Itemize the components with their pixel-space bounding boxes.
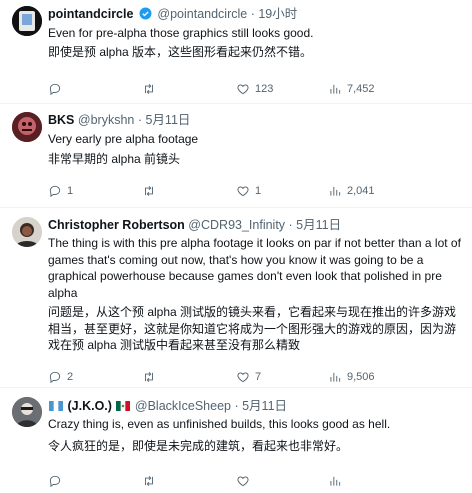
views-count: 9,506	[347, 371, 375, 383]
reply-button[interactable]	[48, 80, 67, 98]
tweet-text-en: Crazy thing is, even as unfinished build…	[48, 417, 391, 431]
like-icon	[237, 84, 249, 95]
tweet-pointandcircle[interactable]: pointandcircle @pointandcircle · 19小时 Ev…	[0, 0, 472, 104]
reply-button[interactable]: 2	[48, 368, 73, 386]
avatar[interactable]	[12, 112, 42, 142]
retweet-icon	[145, 84, 153, 94]
reply-count: 2	[67, 371, 74, 383]
reply-icon	[49, 83, 61, 96]
like-icon	[237, 372, 249, 383]
timestamp[interactable]: · 5月11日	[234, 399, 287, 413]
guatemala-flag-icon	[49, 401, 63, 411]
tweet-text-en: Even for pre-alpha those graphics still …	[48, 26, 314, 40]
views-button[interactable]: 7,452	[328, 80, 375, 98]
retweet-button[interactable]	[142, 182, 161, 200]
like-count: 123	[255, 83, 274, 95]
author-handle[interactable]: @CDR93_Infinity	[188, 218, 285, 232]
reply-button[interactable]: 1	[48, 182, 73, 200]
tweet-text-en: Very early pre alpha footage	[48, 132, 199, 146]
like-count: 7	[255, 371, 262, 383]
avatar[interactable]	[12, 397, 42, 427]
reply-icon	[49, 475, 61, 488]
like-button[interactable]	[236, 472, 255, 490]
author-handle[interactable]: @pointandcircle	[157, 7, 247, 21]
retweet-button[interactable]	[142, 80, 161, 98]
views-icon	[330, 372, 341, 382]
views-count: 2,041	[347, 185, 375, 197]
verified-badge-icon	[139, 7, 152, 20]
like-icon	[237, 476, 249, 487]
tweet-text-en: The thing is with this pre alpha footage…	[48, 236, 461, 300]
timestamp[interactable]: · 5月11日	[138, 113, 191, 127]
reply-icon	[49, 371, 61, 384]
like-button[interactable]: 1	[236, 182, 261, 200]
author-handle[interactable]: @BlackIceSheep	[135, 399, 231, 413]
views-button[interactable]	[328, 472, 347, 490]
like-button[interactable]: 123	[236, 80, 273, 98]
reply-icon	[49, 185, 61, 198]
views-icon	[330, 186, 341, 196]
views-button[interactable]: 2,041	[328, 182, 375, 200]
author-name[interactable]: pointandcircle	[48, 7, 133, 21]
views-icon	[330, 84, 341, 94]
avatar[interactable]	[12, 6, 42, 36]
tweet-bks[interactable]: BKS @brykshn · 5月11日 Very early pre alph…	[0, 104, 472, 208]
timestamp[interactable]: · 5月11日	[289, 218, 342, 232]
reply-count: 1	[67, 185, 74, 197]
tweet-jko[interactable]: (J.K.O.) @BlackIceSheep · 5月11日 Crazy th…	[0, 388, 472, 493]
retweet-button[interactable]	[142, 472, 161, 490]
author-name[interactable]: BKS	[48, 113, 74, 127]
retweet-icon	[145, 372, 153, 382]
tweet-text-zh: 问题是，从这个预 alpha 测试版的镜头来看，它看起来与现在推出的许多游戏相当…	[48, 305, 457, 352]
views-count: 7,452	[347, 83, 375, 95]
avatar[interactable]	[12, 217, 42, 247]
like-count: 1	[255, 185, 262, 197]
tweet-text-zh: 非常早期的 alpha 前镜头	[48, 152, 181, 166]
timestamp[interactable]: · 19小时	[251, 7, 298, 21]
like-icon	[237, 186, 249, 197]
tweet-text-zh: 即使是预 alpha 版本，这些图形看起来仍然不错。	[48, 45, 313, 59]
retweet-button[interactable]	[142, 368, 161, 386]
retweet-icon	[145, 476, 153, 486]
author-name[interactable]: Christopher Robertson	[48, 218, 185, 232]
retweet-icon	[145, 186, 153, 196]
like-button[interactable]: 7	[236, 368, 261, 386]
views-button[interactable]: 9,506	[328, 368, 375, 386]
mexico-flag-icon	[116, 401, 131, 411]
tweet-christopher-robertson[interactable]: Christopher Robertson @CDR93_Infinity · …	[0, 208, 472, 388]
author-handle[interactable]: @brykshn	[78, 113, 134, 127]
views-icon	[330, 476, 341, 486]
reply-button[interactable]	[48, 472, 67, 490]
author-name[interactable]: (J.K.O.)	[67, 399, 111, 413]
tweet-text-zh: 令人疯狂的是，即使是未完成的建筑，看起来也非常好。	[48, 439, 349, 453]
